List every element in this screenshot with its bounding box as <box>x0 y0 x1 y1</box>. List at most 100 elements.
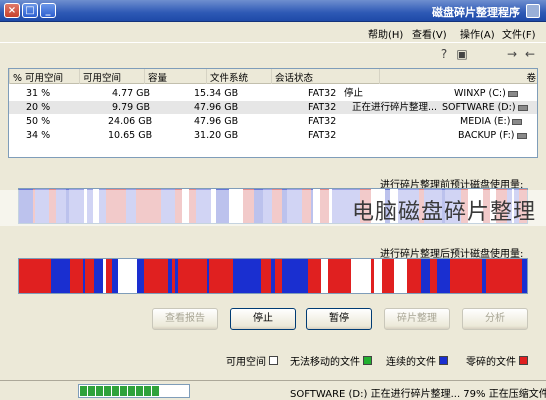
usage-segment <box>275 259 282 293</box>
usage-segment <box>118 259 127 293</box>
progress-segment <box>152 386 159 396</box>
menu-file[interactable]: 文件(F) <box>502 26 536 41</box>
usage-segment <box>156 259 168 293</box>
cell-status <box>349 115 355 128</box>
usage-segment <box>19 259 25 293</box>
usage-segment <box>351 259 354 293</box>
legend-unmovable: 无法移动的文件 <box>290 353 372 368</box>
view-report-button[interactable]: 查看报告 <box>152 308 218 330</box>
usage-segment <box>421 259 430 293</box>
table-row[interactable]: 31 % 4.77 GB 15.34 GB FAT32 停止 WINXP (C:… <box>9 87 537 100</box>
list-header: % 可用空间 可用空间 容量 文件系统 会话状态 卷 <box>9 69 537 84</box>
minimize-button[interactable]: _ <box>40 3 56 18</box>
arrow-left-icon[interactable]: ← <box>522 46 538 62</box>
usage-segment <box>407 259 419 293</box>
usage-segment <box>522 259 527 293</box>
cell-fs: FAT32 <box>308 102 337 113</box>
table-row[interactable]: 20 % 9.79 GB 47.96 GB FAT32 正在进行碎片整理... … <box>9 101 537 114</box>
legend-free-label: 可用空间 <box>226 356 266 368</box>
usage-segment <box>261 259 271 293</box>
usage-segment <box>293 259 308 293</box>
table-row[interactable]: 50 % 24.06 GB 47.96 GB FAT32 MEDIA (E:) <box>9 115 537 128</box>
help-icon[interactable]: ? <box>436 46 452 62</box>
usage-segment <box>175 259 178 293</box>
usage-segment <box>209 259 212 293</box>
usage-segment <box>394 259 407 293</box>
usage-segment <box>515 259 522 293</box>
cell-volume: WINXP (C:) <box>451 87 521 100</box>
progress-segment <box>96 386 103 396</box>
usage-segment <box>459 259 473 293</box>
menu-action[interactable]: 操作(A) <box>460 26 495 41</box>
legend-unmovable-label: 无法移动的文件 <box>290 356 360 368</box>
menu-view[interactable]: 查看(V) <box>412 26 447 41</box>
cell-capacity: 47.96 GB <box>194 116 239 127</box>
usage-segment <box>67 259 70 293</box>
cell-free: 4.77 GB <box>112 88 151 99</box>
drive-icon <box>516 132 527 139</box>
progress-bar <box>78 384 190 398</box>
defrag-button[interactable]: 碎片整理 <box>384 308 450 330</box>
usage-segment <box>168 259 172 293</box>
usage-segment <box>70 259 72 293</box>
after-usage-bar <box>18 258 528 294</box>
usage-segment <box>137 259 144 293</box>
close-button[interactable]: × <box>4 3 20 18</box>
usage-segment <box>360 259 371 293</box>
usage-segment <box>58 259 67 293</box>
cell-volume: MEDIA (E:) <box>457 115 525 128</box>
cell-status: 停止 <box>344 88 364 99</box>
usage-segment <box>103 259 106 293</box>
col-status[interactable]: 会话状态 <box>271 69 379 84</box>
cell-capacity: 47.96 GB <box>194 102 239 113</box>
usage-segment <box>430 259 437 293</box>
legend-unmovable-swatch <box>363 355 372 365</box>
watermark-band: 电脑磁盘碎片整理 <box>0 190 546 226</box>
col-free[interactable]: 可用空间 <box>79 69 144 84</box>
legend-free: 可用空间 <box>226 353 278 368</box>
pause-button[interactable]: 暂停 <box>306 308 372 330</box>
usage-segment <box>419 259 421 293</box>
analyze-button[interactable]: 分析 <box>462 308 528 330</box>
legend-fragmented-swatch <box>519 355 528 365</box>
usage-segment <box>220 259 233 293</box>
usage-segment <box>233 259 246 293</box>
cell-volume-label: MEDIA (E:) <box>460 116 511 127</box>
usage-segment <box>354 259 360 293</box>
legend-contiguous-label: 连续的文件 <box>386 356 436 368</box>
title-bar: × □ _ 磁盘碎片整理程序 <box>0 0 546 22</box>
cell-volume-label: BACKUP (F:) <box>458 130 515 141</box>
drive-icon <box>517 104 528 111</box>
watermark-text: 电脑磁盘碎片整理 <box>351 200 536 225</box>
usage-segment <box>144 259 156 293</box>
table-row[interactable]: 34 % 10.65 GB 31.20 GB FAT32 BACKUP (F:) <box>9 129 537 142</box>
col-volume[interactable]: 卷 <box>379 69 539 84</box>
usage-segment <box>382 259 394 293</box>
maximize-button[interactable]: □ <box>22 3 38 18</box>
cell-fs: FAT32 <box>308 116 337 127</box>
stop-button[interactable]: 停止 <box>230 308 296 330</box>
cell-free: 9.79 GB <box>112 102 151 113</box>
usage-segment <box>321 259 328 293</box>
col-capacity[interactable]: 容量 <box>144 69 206 84</box>
usage-segment <box>501 259 515 293</box>
toolbar: ? ▣ → ← <box>0 42 546 66</box>
usage-segment <box>248 259 261 293</box>
usage-segment <box>493 259 501 293</box>
col-pct-free[interactable]: % 可用空间 <box>9 69 79 84</box>
usage-segment <box>72 259 83 293</box>
progress-segment <box>120 386 127 396</box>
usage-segment <box>207 259 209 293</box>
col-filesystem[interactable]: 文件系统 <box>206 69 271 84</box>
menu-help[interactable]: 帮助(H) <box>368 26 403 41</box>
arrow-right-icon[interactable]: → <box>504 46 520 62</box>
cell-pct: 50 % <box>26 116 51 127</box>
volume-list[interactable]: % 可用空间 可用空间 容量 文件系统 会话状态 卷 31 % 4.77 GB … <box>8 68 538 158</box>
status-text: SOFTWARE (D:) 正在进行碎片整理... 79% 正在压缩文件 <box>290 389 546 400</box>
properties-icon[interactable]: ▣ <box>454 46 470 62</box>
usage-segment <box>51 259 58 293</box>
progress-segment <box>88 386 95 396</box>
usage-segment <box>94 259 103 293</box>
usage-segment <box>271 259 275 293</box>
cell-pct: 20 % <box>26 102 51 113</box>
